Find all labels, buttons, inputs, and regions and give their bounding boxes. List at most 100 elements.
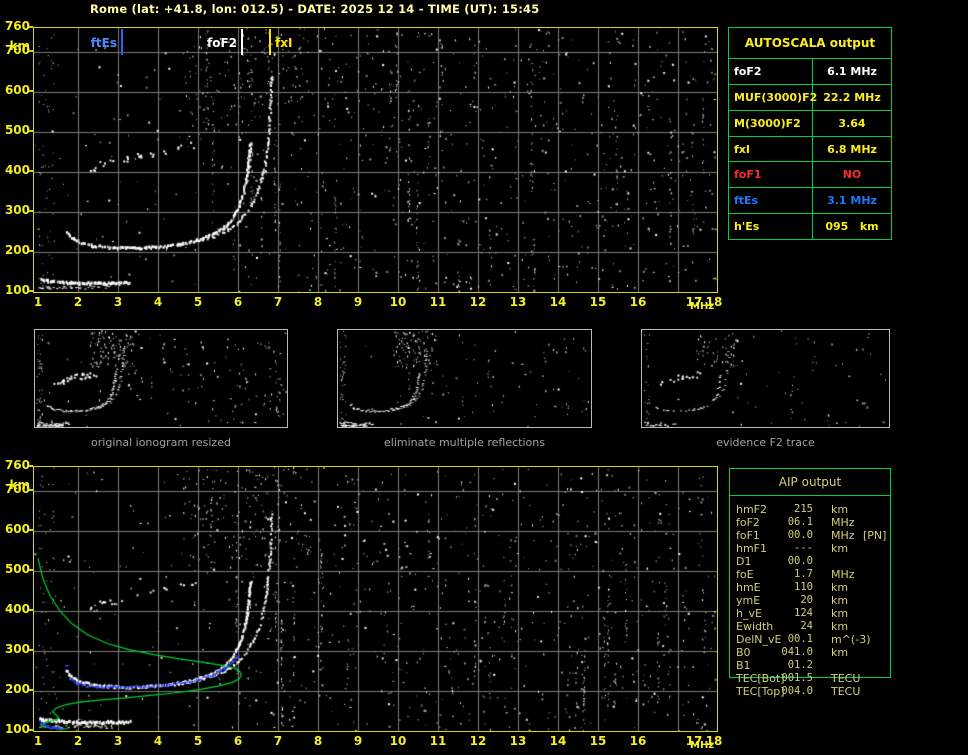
x-axis-tick-label: 6 xyxy=(223,296,253,309)
x-axis-tick-label: 13 xyxy=(503,735,533,748)
x-axis-tick-label: 8 xyxy=(303,296,333,309)
ionogram-top-canvas xyxy=(34,28,717,292)
y-axis-tick-label: 760 xyxy=(0,20,30,33)
x-axis-tick-label: 11 xyxy=(423,296,453,309)
thumbnail-multiple-reflections xyxy=(337,329,592,428)
aip-param-value: 041.0 xyxy=(730,646,813,659)
aip-param-value: 00.1 xyxy=(730,633,813,646)
x-axis-tick-label: 4 xyxy=(143,735,173,748)
y-axis-tick xyxy=(29,90,33,92)
aip-row-d1: D100.0 xyxy=(730,555,890,568)
x-axis-tick-label: 10 xyxy=(383,296,413,309)
thumbnail-caption-multiples: eliminate multiple reflections xyxy=(337,436,592,449)
autoscala-window: Rome (lat: +41.8, lon: 012.5) - DATE: 20… xyxy=(0,0,968,755)
x-axis-tick-label: 3 xyxy=(103,296,133,309)
autoscala-row-label: foF2 xyxy=(729,59,813,84)
autoscala-row-label: M(3000)F2 xyxy=(729,111,813,136)
aip-row-fof2: foF206.1MHz xyxy=(730,516,890,529)
y-axis-tick xyxy=(29,130,33,132)
x-axis-tick-label: 9 xyxy=(343,296,373,309)
ionogram-bottom-panel xyxy=(33,466,718,732)
x-axis-tick-label: 12 xyxy=(463,735,493,748)
x-axis-tick-label: 11 xyxy=(423,735,453,748)
page-title: Rome (lat: +41.8, lon: 012.5) - DATE: 20… xyxy=(90,2,539,16)
ionogram-bottom-canvas xyxy=(34,467,717,731)
autoscala-row-fof2: foF26.1 MHz xyxy=(729,59,891,85)
autoscala-row-value: 6.1 MHz xyxy=(813,59,891,84)
aip-param-value: 00.0 xyxy=(730,555,813,568)
autoscala-row-m-3000-f2: M(3000)F23.64 xyxy=(729,111,891,137)
autoscala-table-title: AUTOSCALA output xyxy=(729,28,891,59)
aip-row-ewidth: Ewidth24km xyxy=(730,620,890,633)
autoscala-row-value: 095 km xyxy=(813,214,891,239)
aip-param-unit: km xyxy=(831,607,848,620)
aip-row-foe: foE1.7MHz xyxy=(730,568,890,581)
x-axis-tick-label: 14 xyxy=(543,296,573,309)
aip-param-unit: km xyxy=(831,620,848,633)
marker-label-fxi: fxI xyxy=(275,37,292,50)
aip-param-unit: MHz xyxy=(831,529,855,542)
y-axis-tick-label: 300 xyxy=(0,643,30,656)
x-axis-tick-label: 13 xyxy=(503,296,533,309)
x-axis-tick-label: 1 xyxy=(23,296,53,309)
aip-param-unit: km xyxy=(831,542,848,555)
autoscala-row-muf-3000-f2: MUF(3000)F222.2 MHz xyxy=(729,85,891,111)
x-axis-tick-label: 1 xyxy=(23,735,53,748)
autoscala-row-label: h'Es xyxy=(729,214,813,239)
aip-param-value: 20 xyxy=(730,594,813,607)
aip-row-hme: hmE110km xyxy=(730,581,890,594)
aip-param-unit: km xyxy=(831,503,848,516)
aip-param-unit: TECU xyxy=(831,672,860,685)
y-axis-tick xyxy=(29,569,33,571)
thumbnail-f2-trace xyxy=(641,329,890,428)
thumbnail-caption-f2: evidence F2 trace xyxy=(641,436,890,449)
y-axis-tick-label: 500 xyxy=(0,124,30,137)
y-axis-tick xyxy=(29,290,33,292)
y-axis-tick-label: 760 xyxy=(0,459,30,472)
y-axis-tick xyxy=(29,729,33,731)
y-axis-tick xyxy=(29,689,33,691)
x-axis-tick-label: 12 xyxy=(463,296,493,309)
marker-line-fof2 xyxy=(241,29,243,55)
x-axis-unit-label: MHz xyxy=(690,740,714,751)
thumbnail-multiple-reflections-canvas xyxy=(338,330,591,427)
x-axis-tick-label: 2 xyxy=(63,735,93,748)
y-axis-tick xyxy=(29,465,33,467)
autoscala-row-value: 6.8 MHz xyxy=(813,137,891,162)
y-axis-unit-label: km xyxy=(0,40,30,53)
x-axis-tick-label: 15 xyxy=(583,296,613,309)
aip-output-table: AIP output hmF2215kmfoF206.1MHzfoF100.0M… xyxy=(729,468,891,678)
aip-param-unit: MHz xyxy=(831,568,855,581)
y-axis-tick-label: 400 xyxy=(0,603,30,616)
x-axis-tick-label: 10 xyxy=(383,735,413,748)
aip-param-value: 215 xyxy=(730,503,813,516)
y-axis-tick xyxy=(29,529,33,531)
ionogram-top-panel: ftEsfoF2fxI xyxy=(33,27,718,293)
aip-param-value: 124 xyxy=(730,607,813,620)
aip-param-unit: km xyxy=(831,646,848,659)
autoscala-output-table: AUTOSCALA output foF26.1 MHzMUF(3000)F22… xyxy=(728,27,892,240)
x-axis-tick-label: 16 xyxy=(623,296,653,309)
thumbnail-original-canvas xyxy=(35,330,287,427)
y-axis-tick-label: 200 xyxy=(0,244,30,257)
aip-table-title: AIP output xyxy=(730,469,890,496)
x-axis-tick-label: 14 xyxy=(543,735,573,748)
aip-row-b1: B101.2 xyxy=(730,659,890,672)
autoscala-row-fof1: foF1NO xyxy=(729,162,891,188)
x-axis-tick-label: 7 xyxy=(263,735,293,748)
aip-param-unit: km xyxy=(831,581,848,594)
x-axis-tick-label: 4 xyxy=(143,296,173,309)
x-axis-unit-label: MHz xyxy=(690,301,714,312)
y-axis-unit-label: km xyxy=(0,479,30,492)
aip-param-value: 1.7 xyxy=(730,568,813,581)
x-axis-tick-label: 3 xyxy=(103,735,133,748)
aip-param-value: --- xyxy=(730,542,813,555)
y-axis-tick xyxy=(29,649,33,651)
x-axis-tick-label: 9 xyxy=(343,735,373,748)
aip-row-tec-bot-: TEC[Bot]001.5TECU xyxy=(730,672,890,685)
y-axis-tick-label: 400 xyxy=(0,164,30,177)
marker-line-ftes xyxy=(121,29,123,55)
aip-row-hmf2: hmF2215km xyxy=(730,503,890,516)
y-axis-tick-label: 300 xyxy=(0,204,30,217)
x-axis-tick-label: 15 xyxy=(583,735,613,748)
